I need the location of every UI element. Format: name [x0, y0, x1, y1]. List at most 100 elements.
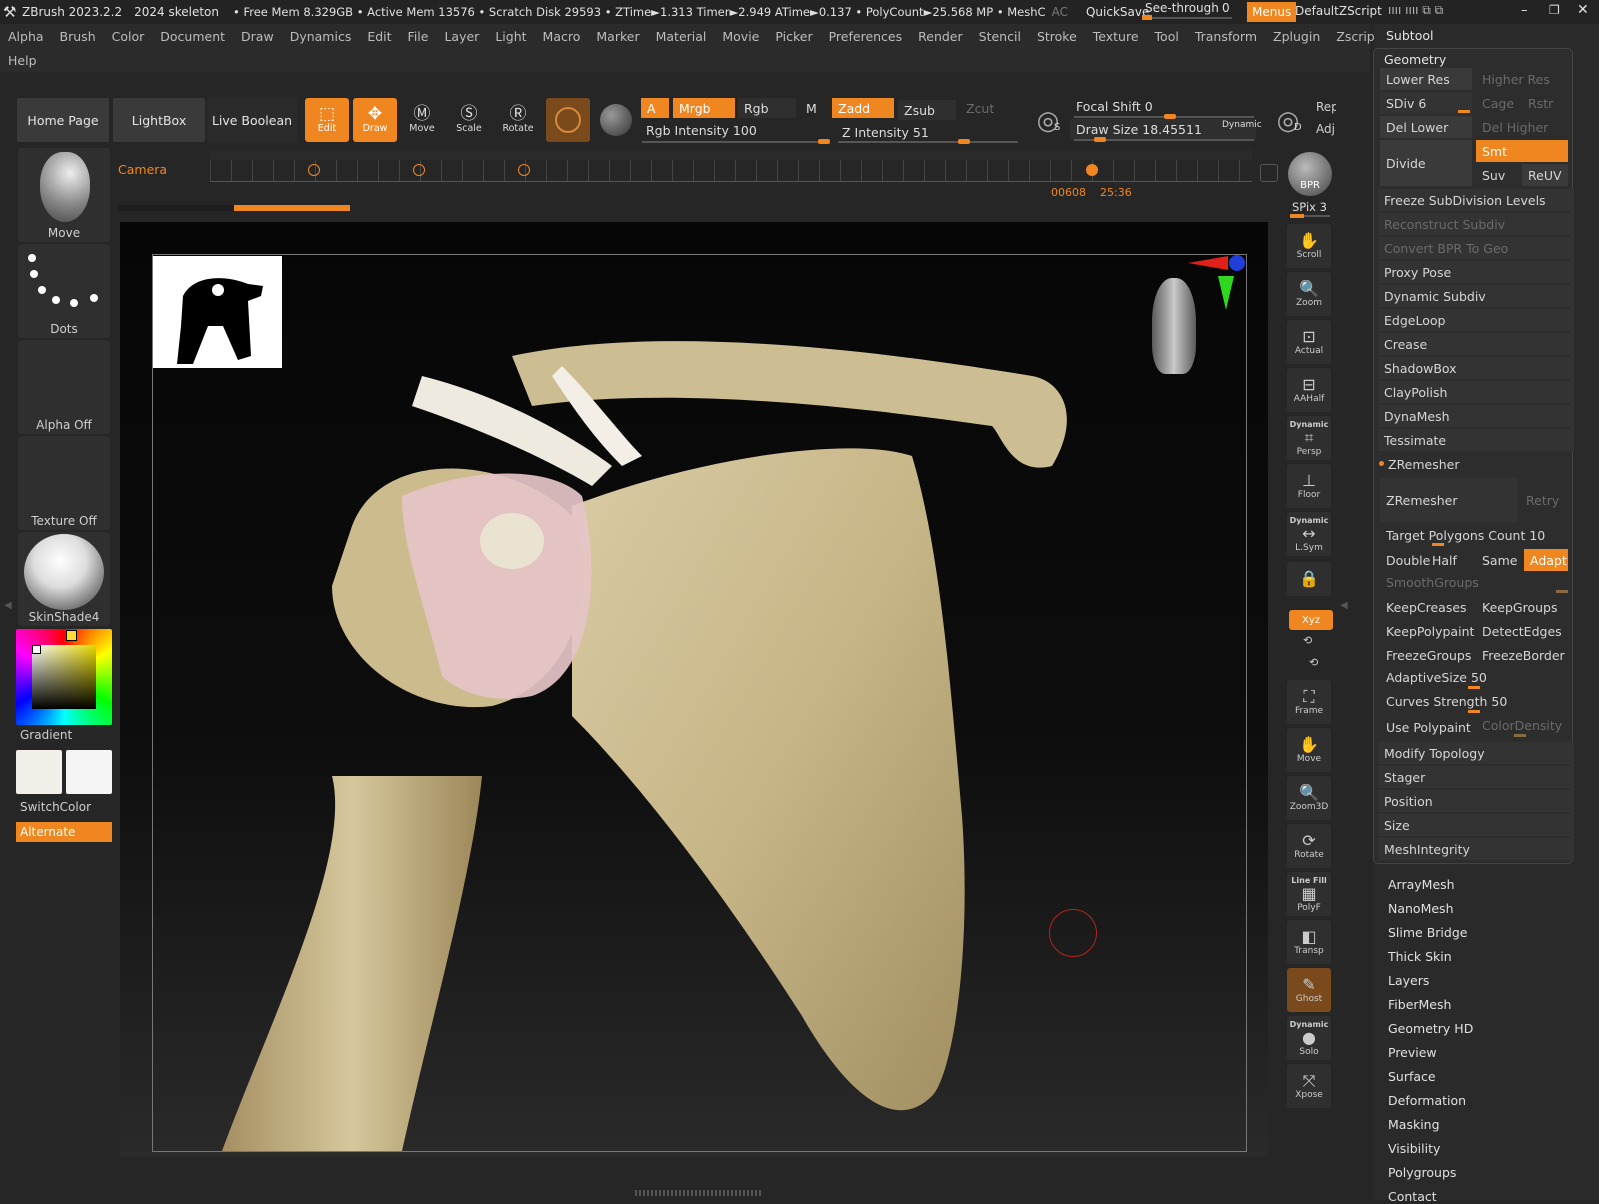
geometry-tessimate[interactable]: Tessimate	[1378, 429, 1574, 451]
menu-layer[interactable]: Layer	[436, 29, 487, 44]
m-toggle[interactable]: M	[800, 98, 828, 118]
xyz-toggle[interactable]: Xyz	[1289, 610, 1333, 630]
geometry-dynamic-subdiv[interactable]: Dynamic Subdiv	[1378, 285, 1574, 307]
curves-strength-slider[interactable]: Curves Strength 50	[1380, 690, 1568, 712]
divide-button[interactable]: Divide	[1380, 140, 1472, 186]
colordensity-knob[interactable]	[1514, 734, 1526, 737]
adaptivesize-slider[interactable]: AdaptiveSize 50	[1380, 666, 1568, 688]
rotate-view-button[interactable]: ⟳ Rotate	[1287, 824, 1331, 868]
gradient-label[interactable]: Gradient	[20, 728, 72, 742]
menu-draw[interactable]: Draw	[233, 29, 282, 44]
main-color-swatch[interactable]	[16, 750, 62, 794]
cage-button[interactable]: Cage	[1476, 92, 1522, 114]
menu-macro[interactable]: Macro	[535, 29, 589, 44]
geometry-shadowbox[interactable]: ShadowBox	[1378, 357, 1574, 379]
menu-transform[interactable]: Transform	[1187, 29, 1265, 44]
menu-stroke[interactable]: Stroke	[1029, 29, 1085, 44]
menu-zplugin[interactable]: Zplugin	[1265, 29, 1328, 44]
seethrough-label[interactable]: See-through	[1145, 1, 1219, 15]
timeline-track[interactable]	[210, 150, 1252, 182]
rgb-toggle[interactable]: Rgb	[738, 98, 796, 118]
menu-stencil[interactable]: Stencil	[971, 29, 1029, 44]
zoom3d-button[interactable]: 🔍 Zoom3D	[1287, 776, 1331, 820]
layout-icons[interactable]: ıııı ıııı ⧉ ⧉	[1388, 3, 1443, 18]
default-zscript[interactable]: DefaultZScript	[1295, 4, 1382, 18]
curves-strength-knob[interactable]	[1468, 710, 1480, 713]
menu-edit[interactable]: Edit	[359, 29, 399, 44]
bottom-tray-handle-icon[interactable]	[635, 1190, 763, 1196]
suv-toggle[interactable]: Suv	[1476, 164, 1522, 186]
persp-button[interactable]: Dynamic ⌗ Persp	[1287, 416, 1331, 460]
menu-texture[interactable]: Texture	[1085, 29, 1147, 44]
transp-button[interactable]: ◧ Transp	[1287, 920, 1331, 964]
adaptivesize-knob[interactable]	[1468, 686, 1480, 689]
menu-alpha[interactable]: Alpha	[0, 29, 52, 44]
geometry-position[interactable]: Position	[1378, 790, 1574, 812]
actual-button[interactable]: ⊡ Actual	[1287, 320, 1331, 364]
rotate-z-icon[interactable]: ⟲	[1309, 656, 1318, 669]
a-toggle[interactable]: A	[641, 98, 669, 118]
playhead-marker[interactable]	[1086, 164, 1098, 176]
geometry-size[interactable]: Size	[1378, 814, 1574, 836]
geometry-dynamesh[interactable]: DynaMesh	[1378, 405, 1574, 427]
axis-gizmo-icon[interactable]	[1188, 254, 1248, 314]
floor-button[interactable]: ⊥ Floor	[1287, 464, 1331, 508]
menu-color[interactable]: Color	[104, 29, 153, 44]
alternate-toggle[interactable]: Alternate	[16, 822, 112, 842]
material-thumbnail[interactable]: SkinShade4	[18, 532, 110, 626]
zremesher-header[interactable]: ZRemesher	[1378, 453, 1574, 475]
detectedges-toggle[interactable]: DetectEdges	[1476, 620, 1568, 642]
menu-dynamics[interactable]: Dynamics	[282, 29, 360, 44]
close-icon[interactable]: ✕	[1577, 2, 1589, 18]
del-higher-button[interactable]: Del Higher	[1476, 116, 1568, 138]
subpalette-arraymesh[interactable]: ArrayMesh	[1388, 877, 1455, 892]
minimize-icon[interactable]: –	[1521, 3, 1528, 18]
geometry-proxy-pose[interactable]: Proxy Pose	[1378, 261, 1574, 283]
subpalette-slime-bridge[interactable]: Slime Bridge	[1388, 925, 1467, 940]
color-picker[interactable]	[16, 629, 112, 725]
subpalette-deformation[interactable]: Deformation	[1388, 1093, 1466, 1108]
menu-material[interactable]: Material	[648, 29, 715, 44]
half-button[interactable]: Half	[1426, 549, 1476, 571]
texture-thumbnail[interactable]: Texture Off	[18, 436, 110, 530]
smt-toggle[interactable]: Smt	[1476, 140, 1568, 162]
menu-document[interactable]: Document	[152, 29, 233, 44]
geometry-claypolish[interactable]: ClayPolish	[1378, 381, 1574, 403]
retry-button[interactable]: Retry	[1520, 478, 1568, 522]
draw-size-slider[interactable]	[1074, 137, 1254, 142]
target-polygons-knob[interactable]	[1432, 543, 1444, 546]
subpalette-surface[interactable]: Surface	[1388, 1069, 1436, 1084]
menu-movie[interactable]: Movie	[714, 29, 767, 44]
higher-res-button[interactable]: Higher Res	[1476, 68, 1568, 90]
keyframe-marker[interactable]	[413, 164, 425, 176]
keepcreases-toggle[interactable]: KeepCreases	[1380, 596, 1472, 618]
subpalette-geometry-hd[interactable]: Geometry HD	[1388, 1021, 1473, 1036]
polyf-button[interactable]: Line Fill ▦ PolyF	[1287, 872, 1331, 916]
subpalette-fibermesh[interactable]: FiberMesh	[1388, 997, 1451, 1012]
rotate-mode-button[interactable]: Ⓡ Rotate	[496, 98, 540, 142]
subpalette-thick-skin[interactable]: Thick Skin	[1388, 949, 1452, 964]
subpalette-polygroups[interactable]: Polygroups	[1388, 1165, 1456, 1180]
live-boolean-button[interactable]: Live Boolean	[207, 98, 297, 142]
frame-button[interactable]: ⛶ Frame	[1287, 680, 1331, 724]
scapula-model[interactable]	[152, 256, 1244, 1151]
geometry-reconstruct-subdiv[interactable]: Reconstruct Subdiv	[1378, 213, 1574, 235]
rotate-y-icon[interactable]: ⟲	[1303, 634, 1312, 647]
freezeborder-toggle[interactable]: FreezeBorder	[1476, 644, 1568, 666]
left-collapse-arrow-icon[interactable]: ◀	[4, 600, 12, 611]
freezegroups-toggle[interactable]: FreezeGroups	[1380, 644, 1472, 666]
smoothgroups-slider[interactable]: SmoothGroups	[1380, 571, 1568, 593]
zremesher-button[interactable]: ZRemesher	[1380, 478, 1518, 522]
menu-light[interactable]: Light	[487, 29, 534, 44]
focal-shift-slider[interactable]	[1074, 114, 1254, 119]
zcut-toggle[interactable]: Zcut	[960, 98, 1000, 118]
edit-mode-button[interactable]: ⬚ Edit	[305, 98, 349, 142]
adapt-toggle[interactable]: Adapt	[1524, 549, 1568, 571]
reuv-button[interactable]: ReUV	[1522, 164, 1568, 186]
keeppolypaint-toggle[interactable]: KeepPolypaint	[1380, 620, 1474, 642]
stroke-thumbnail[interactable]: Dots	[18, 244, 110, 338]
gizmo-toggle-icon[interactable]	[600, 104, 632, 136]
sdiv-slider-knob[interactable]	[1458, 110, 1470, 113]
geometry-meshintegrity[interactable]: MeshIntegrity	[1378, 838, 1574, 860]
subpalette-preview[interactable]: Preview	[1388, 1045, 1437, 1060]
